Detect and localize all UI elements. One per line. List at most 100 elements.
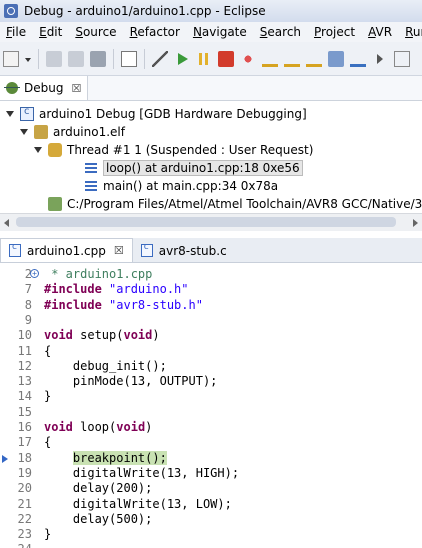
code-line[interactable]: 2 + * arduino1.cpp: [0, 267, 422, 282]
resume-icon[interactable]: [174, 51, 190, 67]
keyword-token: #include: [44, 297, 102, 312]
code-line[interactable]: 19 digitalWrite(13, HIGH);: [0, 466, 422, 481]
new-icon[interactable]: [3, 50, 19, 67]
code-token: debug_init();: [44, 358, 167, 373]
save-icon[interactable]: [46, 50, 62, 67]
line-number: 8: [24, 297, 32, 312]
menu-item-search[interactable]: Search: [254, 25, 308, 39]
save-all-icon[interactable]: [68, 50, 84, 67]
code-line[interactable]: 22 delay(500);: [0, 512, 422, 527]
code-line[interactable]: 20 delay(200);: [0, 481, 422, 496]
tab-avr8-stub-c[interactable]: avr8-stub.c: [133, 239, 235, 262]
tree-item-elf[interactable]: arduino1.elf: [20, 123, 125, 141]
menu-label-rest: roject: [321, 25, 356, 39]
menu-item-edit[interactable]: Edit: [33, 25, 69, 39]
title-bar: Debug - arduino1/arduino1.cpp - Eclipse: [0, 0, 422, 23]
disconnect-icon[interactable]: [240, 50, 256, 67]
thread-suspended-icon: [48, 143, 62, 157]
step-over-icon[interactable]: [284, 51, 300, 67]
line-number: 15: [17, 404, 32, 419]
line-text: }: [44, 389, 51, 403]
menu-mnemonic: A: [368, 25, 376, 39]
print-icon[interactable]: [90, 50, 106, 67]
step-into-icon[interactable]: [262, 51, 278, 67]
code-line[interactable]: 15: [0, 405, 422, 420]
code-line[interactable]: 16 void loop(void): [0, 420, 422, 435]
more-icon[interactable]: [394, 50, 410, 67]
code-line[interactable]: 21 digitalWrite(13, LOW);: [0, 497, 422, 512]
dropdown-chevron-icon[interactable]: [25, 51, 31, 67]
line-number: 22: [17, 511, 32, 526]
instruction-stepping-icon[interactable]: [328, 50, 344, 67]
tree-item-thread[interactable]: Thread #1 1 (Suspended : User Request): [34, 141, 313, 159]
menu-label-rest: earch: [267, 25, 302, 39]
tree-item-launch-label: arduino1 Debug [GDB Hardware Debugging]: [39, 107, 307, 121]
menu-label-rest: efactor: [137, 25, 180, 39]
line-number: 20: [17, 481, 32, 496]
tree-item-thread-label: Thread #1 1 (Suspended : User Request): [67, 143, 314, 157]
code-line[interactable]: 11 {: [0, 344, 422, 359]
scrollbar-thumb[interactable]: [16, 217, 396, 227]
horizontal-scrollbar[interactable]: [0, 213, 422, 231]
code-line[interactable]: 23}: [0, 527, 422, 542]
gdb-target-icon: [48, 197, 62, 211]
instruction-pointer-icon: [2, 454, 8, 463]
code-line[interactable]: 14}: [0, 389, 422, 404]
code-line[interactable]: 24: [0, 542, 422, 548]
code-token: pinMode(13, OUTPUT);: [44, 374, 218, 389]
code-line[interactable]: 10 void setup(void): [0, 328, 422, 343]
close-icon[interactable]: ☒: [71, 82, 81, 95]
main-toolbar: [0, 42, 422, 76]
menu-item-file[interactable]: File: [0, 25, 33, 39]
fold-expand-icon[interactable]: +: [30, 269, 39, 278]
line-text: #include "arduino.h": [44, 282, 189, 296]
menu-item-avr[interactable]: AVR: [362, 25, 399, 39]
line-number: 11: [17, 343, 32, 358]
scroll-right-icon[interactable]: [413, 219, 418, 227]
code-line[interactable]: 12 debug_init();: [0, 359, 422, 374]
step-return-icon[interactable]: [306, 51, 322, 67]
menu-label-rest: dit: [46, 25, 63, 39]
code-line[interactable]: 8 #include "avr8-stub.h": [0, 298, 422, 313]
expand-toggle-icon[interactable]: [6, 110, 14, 118]
menu-item-navigate[interactable]: Navigate: [187, 25, 254, 39]
menu-item-project[interactable]: Project: [308, 25, 362, 39]
use-step-filters-icon[interactable]: [350, 51, 366, 67]
line-number: 12: [17, 358, 32, 373]
tree-item-frame-loop[interactable]: loop() at arduino1.cpp:18 0xe56: [84, 159, 303, 177]
chevron-right-icon[interactable]: [372, 51, 388, 67]
tree-item-frame-main[interactable]: main() at main.cpp:34 0x78a: [84, 177, 278, 195]
line-number: 24: [0, 542, 32, 548]
menu-item-source[interactable]: Source: [69, 25, 123, 39]
menu-label-rest: ource: [82, 25, 117, 39]
code-line[interactable]: 17 {: [0, 435, 422, 450]
string-token: "arduino.h": [109, 282, 189, 297]
menu-item-run[interactable]: Run: [399, 25, 422, 39]
tab-arduino1-cpp[interactable]: arduino1.cpp ☒: [0, 238, 133, 262]
expand-toggle-icon[interactable]: [20, 128, 28, 136]
tab-arduino1-cpp-label: arduino1.cpp: [27, 243, 106, 258]
binary-icon[interactable]: [121, 50, 137, 67]
scroll-left-icon[interactable]: [4, 219, 9, 227]
line-number: 7: [24, 282, 32, 297]
code-token: ): [152, 328, 160, 343]
expand-toggle-icon[interactable]: [34, 146, 42, 154]
close-icon[interactable]: ☒: [114, 244, 124, 257]
menu-item-refactor[interactable]: Refactor: [124, 25, 187, 39]
code-line[interactable]: 7 #include "arduino.h": [0, 282, 422, 297]
code-line[interactable]: 18 breakpoint();: [0, 450, 422, 466]
suspend-icon[interactable]: [196, 51, 212, 67]
tree-item-launch[interactable]: arduino1 Debug [GDB Hardware Debugging]: [6, 105, 307, 123]
code-editor[interactable]: 2 + * arduino1.cpp 7 #include "arduino.h" 8 #…: [0, 263, 422, 548]
tree-item-target-label: C:/Program Files/Atmel/Atmel Toolchain/A…: [67, 197, 422, 211]
code-line[interactable]: 13 pinMode(13, OUTPUT);: [0, 374, 422, 389]
keyword-token: void: [116, 420, 146, 434]
code-line[interactable]: 9: [0, 313, 422, 328]
debug-tree: arduino1 Debug [GDB Hardware Debugging] …: [0, 101, 422, 213]
keyword-token: #include: [44, 282, 102, 297]
terminate-icon[interactable]: [218, 50, 234, 67]
tree-item-target[interactable]: C:/Program Files/Atmel/Atmel Toolchain/A…: [48, 195, 422, 213]
skip-breakpoints-icon[interactable]: [152, 50, 168, 67]
tab-debug[interactable]: Debug ☒: [0, 76, 89, 100]
